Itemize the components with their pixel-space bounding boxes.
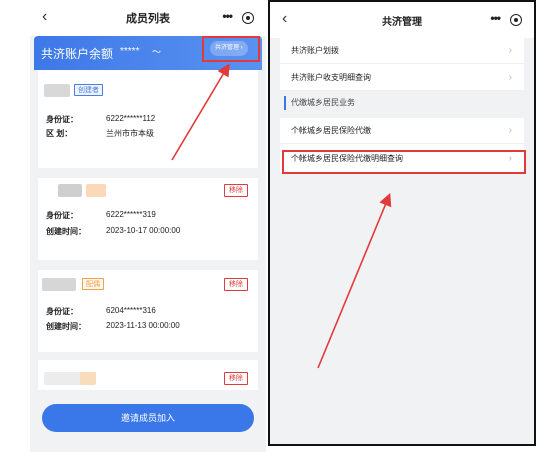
member-card: 创建者 身份证： 6222******112 区 划： 兰州市市本级 bbox=[38, 70, 258, 168]
balance-value: ***** bbox=[120, 46, 140, 57]
time-value: 2023-11-13 00:00:00 bbox=[106, 321, 180, 330]
more-icon[interactable]: ••• bbox=[222, 9, 233, 23]
section-header: 代缴城乡居民业务 bbox=[284, 96, 355, 110]
avatar bbox=[44, 372, 84, 385]
remove-button[interactable]: 移除 bbox=[224, 184, 248, 197]
member-card: 移除 身份证： 6222******319 创建时间： 2023-10-17 0… bbox=[38, 178, 258, 260]
menu-item-label: 共济账户收支明细查询 bbox=[291, 73, 371, 82]
mutual-aid-management-screen: ‹ 共济管理 ••• 共济账户划拨 › 共济账户收支明细查询 › 代缴城乡居民业… bbox=[268, 0, 536, 446]
balance-title: 共济账户余额 bbox=[41, 47, 114, 61]
time-label: 创建时间： bbox=[46, 322, 86, 331]
time-value: 2023-10-17 00:00:00 bbox=[106, 226, 181, 235]
area-value: 兰州市市本级 bbox=[106, 129, 154, 138]
target-icon[interactable] bbox=[242, 12, 254, 24]
id-label: 身份证： bbox=[46, 115, 78, 124]
id-value: 6222******319 bbox=[106, 210, 156, 219]
name-blur bbox=[80, 372, 96, 385]
menu-group: 共济账户划拨 › 共济账户收支明细查询 › bbox=[280, 38, 524, 91]
menu-item-label: 个帐城乡居民保险代缴 bbox=[291, 126, 371, 135]
target-icon[interactable] bbox=[510, 14, 522, 26]
menu-item-statement-query[interactable]: 共济账户收支明细查询 › bbox=[280, 65, 524, 91]
remove-button[interactable]: 移除 bbox=[224, 278, 248, 291]
id-label: 身份证： bbox=[46, 211, 78, 220]
id-value: 6204******316 bbox=[106, 306, 156, 315]
id-label: 身份证： bbox=[46, 307, 78, 316]
nav-bar: ‹ 共济管理 ••• bbox=[270, 2, 534, 38]
time-label: 创建时间： bbox=[46, 227, 86, 236]
nav-bar: ‹ 成员列表 ••• bbox=[30, 0, 266, 36]
back-icon[interactable]: ‹ bbox=[282, 10, 287, 28]
id-value: 6222******112 bbox=[106, 114, 156, 123]
avatar bbox=[44, 84, 70, 97]
highlight-box-manage bbox=[202, 36, 260, 62]
menu-item-insurance-payment[interactable]: 个帐城乡居民保险代缴 › bbox=[280, 118, 524, 144]
member-card: 配偶 移除 身份证： 6204******316 创建时间： 2023-11-1… bbox=[38, 270, 258, 352]
name-blur bbox=[86, 184, 106, 197]
eye-icon[interactable]: 〜 bbox=[152, 45, 161, 58]
avatar bbox=[58, 184, 82, 197]
invite-member-button[interactable]: 邀请成员加入 bbox=[42, 404, 254, 432]
menu-item-label: 共济账户划拨 bbox=[291, 46, 339, 55]
creator-tag: 创建者 bbox=[74, 84, 103, 96]
chevron-right-icon: › bbox=[508, 45, 512, 56]
chevron-right-icon: › bbox=[508, 72, 512, 83]
more-icon[interactable]: ••• bbox=[490, 11, 501, 25]
avatar bbox=[42, 278, 76, 291]
remove-button[interactable]: 移除 bbox=[224, 372, 248, 385]
chevron-right-icon: › bbox=[508, 125, 512, 136]
highlight-box-detail-query bbox=[282, 150, 526, 174]
member-list-screen: ‹ 成员列表 ••• 共济账户余额 ***** 〜 共济管理 › 创建者 身份证… bbox=[30, 0, 266, 452]
spouse-tag: 配偶 bbox=[82, 278, 104, 290]
area-label: 区 划： bbox=[46, 129, 73, 138]
member-card: 移除 bbox=[38, 360, 258, 390]
back-icon[interactable]: ‹ bbox=[42, 8, 47, 26]
menu-item-transfer[interactable]: 共济账户划拨 › bbox=[280, 38, 524, 64]
